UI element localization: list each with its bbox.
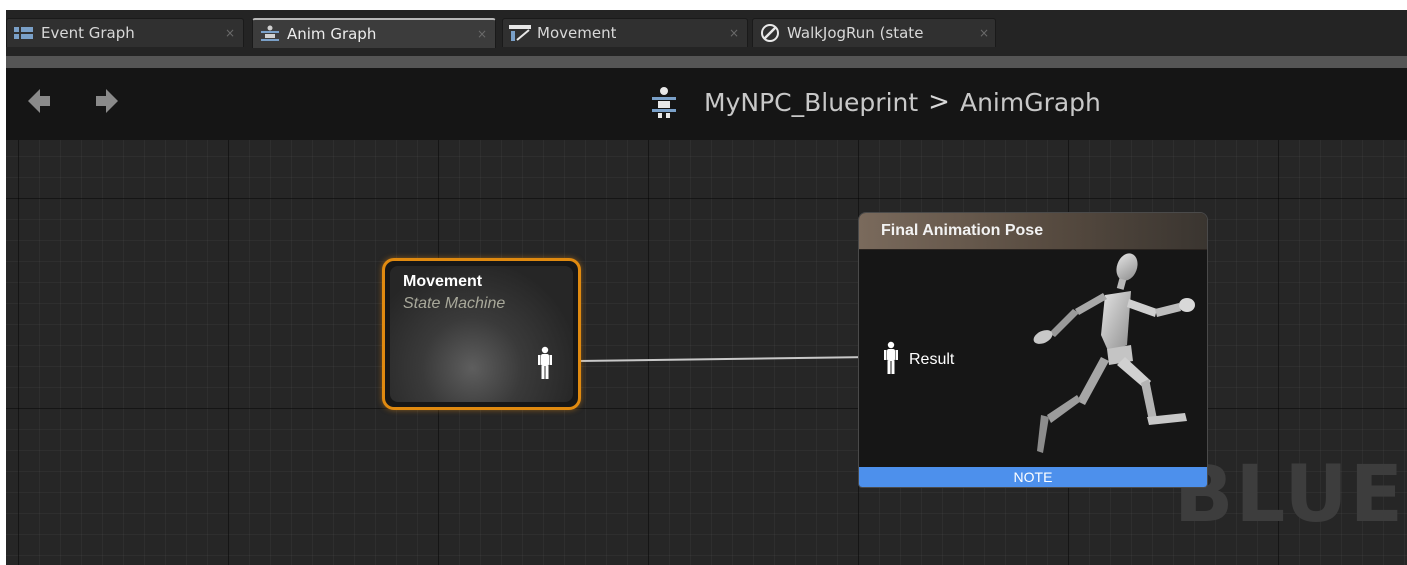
node-subtitle: State Machine [403, 295, 506, 312]
tab-event-graph[interactable]: Event Graph × [6, 18, 244, 47]
close-icon[interactable]: × [729, 26, 739, 40]
anim-blueprint-icon [650, 86, 678, 118]
node-title: Final Animation Pose [881, 222, 1044, 239]
blueprint-editor: Event Graph × Anim Graph × Movement × Wa… [6, 10, 1407, 565]
pose-pin-icon[interactable] [883, 341, 899, 375]
close-icon[interactable]: × [225, 26, 235, 40]
breadcrumb-separator: > [928, 87, 950, 117]
graph-canvas[interactable]: BLUEPRINT Movement State Machine Final A… [6, 140, 1407, 565]
tab-walkjogrun-state[interactable]: WalkJogRun (state × [752, 18, 996, 47]
close-icon[interactable]: × [477, 27, 487, 41]
close-icon[interactable]: × [979, 26, 989, 40]
note-bar[interactable]: NOTE [859, 467, 1207, 487]
tab-movement[interactable]: Movement × [502, 18, 748, 47]
anim-graph-icon [259, 25, 281, 43]
tab-anim-graph[interactable]: Anim Graph × [252, 18, 496, 48]
tab-bar-divider [6, 56, 1407, 68]
node-header: Final Animation Pose [859, 213, 1207, 250]
forward-arrow-icon[interactable] [94, 88, 118, 114]
movement-state-machine-node[interactable]: Movement State Machine [382, 258, 581, 410]
tab-label: Anim Graph [287, 25, 377, 43]
tab-label: Event Graph [41, 24, 135, 42]
result-pin-label: Result [909, 351, 955, 368]
document-tab-bar: Event Graph × Anim Graph × Movement × Wa… [6, 10, 1407, 68]
pose-pin-icon[interactable] [537, 346, 553, 380]
running-mannequin-icon [1033, 253, 1195, 453]
event-graph-icon [13, 24, 35, 42]
graph-navigation-bar: MyNPC_Blueprint > AnimGraph [6, 68, 1407, 140]
breadcrumb: MyNPC_Blueprint > AnimGraph [650, 82, 1101, 122]
final-animation-pose-node[interactable]: Final Animation Pose Result NOTE [858, 212, 1208, 488]
state-icon [759, 24, 781, 42]
breadcrumb-blueprint[interactable]: MyNPC_Blueprint [704, 88, 918, 117]
tab-label: Movement [537, 24, 617, 42]
breadcrumb-graph[interactable]: AnimGraph [960, 88, 1101, 117]
tab-label: WalkJogRun (state [787, 24, 924, 42]
back-arrow-icon[interactable] [28, 88, 52, 114]
state-machine-icon [509, 24, 531, 42]
node-title: Movement [403, 273, 483, 290]
